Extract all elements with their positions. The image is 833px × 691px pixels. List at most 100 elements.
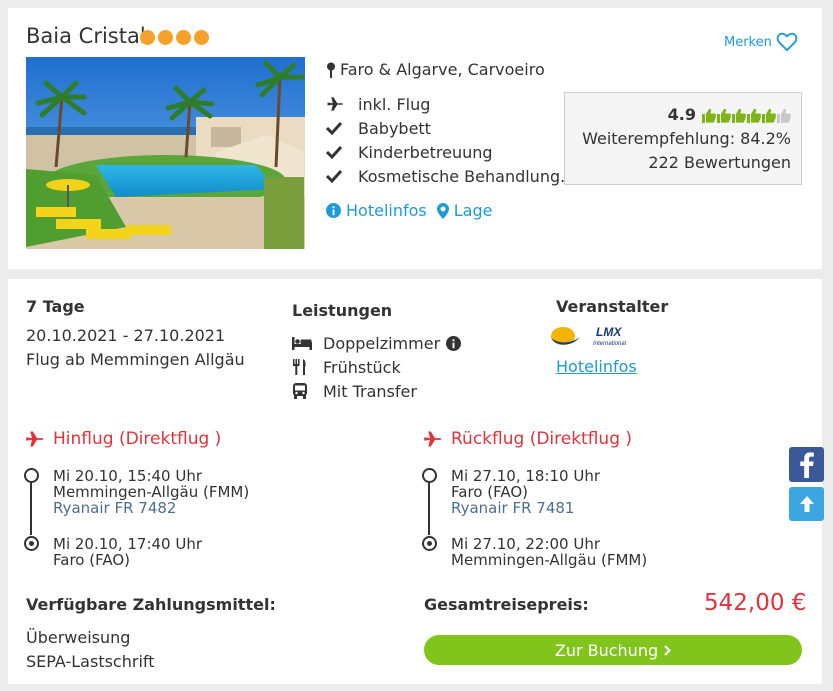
payment-method: Überweisung (26, 628, 131, 647)
merken-label: Merken (724, 34, 772, 50)
outbound-flight-header: Hinflug (Direktflug ) (24, 429, 221, 449)
inbound-dep-dot (422, 468, 437, 483)
booking-button[interactable]: Zur Buchung (424, 635, 802, 665)
facebook-icon (799, 451, 814, 478)
reviews-count: 222 Bewertungen (648, 153, 791, 172)
svg-text:International: International (593, 341, 627, 347)
rating-score-row: 4.9 (565, 103, 791, 127)
map-marker-icon (436, 202, 449, 219)
thumbs-up-icon (702, 108, 716, 123)
offer-card: 7 Tage 20.10.2021 - 27.10.2021 Flug ab M… (8, 279, 822, 684)
star-icon (194, 30, 209, 45)
arrow-up-icon (799, 496, 814, 512)
feature-item: inkl. Flug (326, 92, 575, 116)
feature-label: Kinderbetreuung (358, 142, 493, 162)
outbound-arr-time: Mi 20.10, 17:40 Uhr (53, 535, 203, 553)
thumbs-up-icon (747, 108, 761, 123)
inbound-arr-airport: Memmingen-Allgäu (FMM) (451, 551, 648, 569)
check-icon (326, 169, 342, 183)
hotel-links: Hotelinfos Lage (326, 201, 492, 220)
rating-thumbs (702, 108, 791, 123)
scroll-top-button[interactable] (789, 487, 824, 521)
service-item: Doppelzimmer (292, 331, 462, 355)
operator-logo: LMX International (550, 323, 630, 353)
inbound-flight-header: Rückflug (Direktflug ) (422, 429, 632, 449)
hotelinfos-label: Hotelinfos (346, 201, 427, 220)
heart-icon (776, 32, 798, 52)
operator-hotelinfos-link[interactable]: Hotelinfos (556, 357, 637, 376)
star-icon (158, 30, 173, 45)
rating-box[interactable]: 4.9 Weiterempfehlung: 84.2% 222 Bewertun… (564, 92, 802, 185)
outbound-dep-airport: Memmingen-Allgäu (FMM) (53, 483, 250, 501)
hotel-stars (140, 30, 209, 45)
trip-duration: 7 Tage (26, 297, 85, 316)
feature-item: Kinderbetreuung (326, 140, 575, 164)
check-icon (326, 145, 342, 159)
info-icon[interactable] (446, 335, 462, 351)
outbound-flight-number: Ryanair FR 7482 (53, 499, 177, 517)
hotelinfos-link[interactable]: Hotelinfos (326, 201, 427, 220)
plane-icon (424, 431, 442, 447)
location-text: Faro & Algarve, Carvoeiro (340, 60, 545, 79)
booking-label: Zur Buchung (554, 640, 659, 660)
feature-label: inkl. Flug (358, 94, 431, 114)
bus-icon (293, 383, 307, 399)
lage-label: Lage (453, 201, 493, 220)
thumbs-up-icon (732, 108, 746, 123)
star-icon (140, 30, 155, 45)
check-icon (326, 121, 342, 135)
price-label: Gesamtreisepreis: (424, 595, 589, 614)
thumbs-up-icon (717, 108, 731, 123)
inbound-dep-time: Mi 27.10, 18:10 Uhr (451, 467, 601, 485)
recommendation-text: Weiterempfehlung: 84.2% (582, 129, 791, 148)
payment-title: Verfügbare Zahlungsmittel: (26, 595, 276, 614)
departure-airport: Flug ab Memmingen Allgäu (26, 350, 245, 369)
outbound-dep-time: Mi 20.10, 15:40 Uhr (53, 467, 203, 485)
service-label: Frühstück (323, 357, 401, 377)
outbound-dep-dot (24, 468, 39, 483)
bed-icon (292, 337, 312, 350)
star-icon (176, 30, 191, 45)
total-price: 542,00 € (704, 590, 807, 616)
rating-value: 4.9 (667, 105, 696, 124)
outbound-arr-airport: Faro (FAO) (53, 551, 130, 569)
hotel-photo[interactable] (26, 57, 305, 249)
hotel-name[interactable]: Baia Cristal (26, 24, 146, 48)
feature-label: Babybett (358, 118, 431, 138)
service-item: Mit Transfer (292, 379, 461, 403)
chevron-right-icon (664, 644, 672, 656)
thumbs-up-icon (777, 108, 791, 123)
outbound-departure: Mi 20.10, 15:40 Uhr Memmingen-Allgäu (FM… (53, 468, 249, 516)
service-item: Frühstück (292, 355, 461, 379)
plane-icon (26, 431, 44, 447)
plane-icon (327, 97, 343, 111)
feature-item: Kosmetische Behandlung... (326, 164, 575, 188)
merken-button[interactable]: Merken (724, 32, 798, 52)
info-icon (326, 203, 341, 218)
service-label: Doppelzimmer (323, 333, 441, 353)
lage-link[interactable]: Lage (436, 201, 493, 220)
hotel-card: Baia Cristal Merken Faro & Algarve, Carv… (8, 8, 822, 269)
inbound-timeline (428, 477, 430, 535)
inbound-departure: Mi 27.10, 18:10 Uhr Faro (FAO) Ryanair F… (451, 468, 600, 516)
feature-item: Babybett (326, 116, 575, 140)
facebook-share-button[interactable] (789, 447, 824, 482)
map-pin-icon (327, 62, 335, 78)
operator-title: Veranstalter (556, 297, 669, 316)
outbound-arr-dot (24, 536, 39, 551)
service-label: Mit Transfer (323, 381, 417, 401)
feature-label: Kosmetische Behandlung... (358, 166, 576, 186)
outbound-arrival: Mi 20.10, 17:40 Uhr Faro (FAO) (53, 536, 202, 568)
svg-text:LMX: LMX (596, 325, 622, 339)
inbound-title: Rückflug (Direktflug ) (451, 429, 633, 449)
hotel-features: inkl. Flug Babybett Kinderbetreuung Kosm… (326, 92, 575, 188)
inbound-dep-airport: Faro (FAO) (451, 483, 528, 501)
cutlery-icon (293, 359, 306, 375)
services-title: Leistungen (292, 301, 393, 320)
outbound-timeline (30, 477, 32, 535)
outbound-title: Hinflug (Direktflug ) (53, 429, 222, 449)
hotel-location: Faro & Algarve, Carvoeiro (326, 60, 545, 79)
inbound-arr-dot (422, 536, 437, 551)
inbound-arr-time: Mi 27.10, 22:00 Uhr (451, 535, 601, 553)
trip-dates: 20.10.2021 - 27.10.2021 (26, 326, 226, 345)
